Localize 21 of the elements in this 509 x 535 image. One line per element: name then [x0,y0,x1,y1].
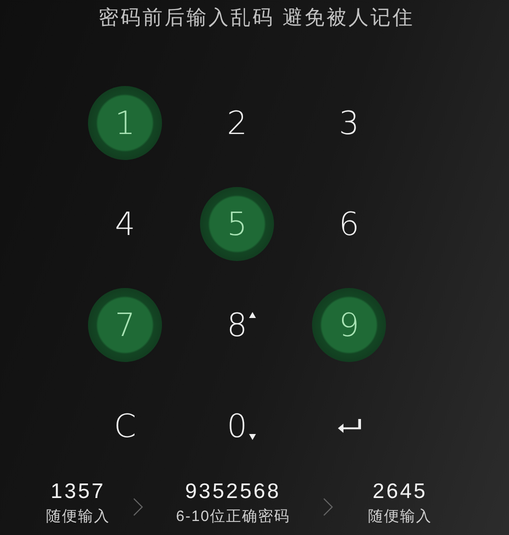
digit-key[interactable]: 7 [88,288,162,362]
digit-key[interactable]: 5 [200,186,274,260]
clear-key[interactable]: C [88,388,162,462]
chevron-right-icon [133,497,143,517]
code-text: 9352568 [185,479,281,505]
digit-key[interactable]: 9 [312,288,386,362]
code-text: 2645 [372,479,428,505]
digit-key[interactable]: 8 [200,288,274,362]
hint-text: 密码前后输入乱码 避免被人记住 [98,6,414,31]
code-text: 1357 [50,479,106,505]
digit-key[interactable]: 3 [312,86,386,160]
caption-text: 随便输入 [46,507,110,527]
caption-text: 6-10位正确密码 [176,507,290,527]
digit-key[interactable]: 0 [200,388,274,462]
digit-key[interactable]: 4 [88,186,162,260]
digit-key[interactable]: 1 [88,86,162,160]
digit-key[interactable]: 2 [200,86,274,160]
digit-key[interactable]: 6 [312,186,386,260]
chevron-right-icon [323,497,333,517]
caption-text: 随便输入 [368,507,432,527]
enter-icon [337,418,361,433]
